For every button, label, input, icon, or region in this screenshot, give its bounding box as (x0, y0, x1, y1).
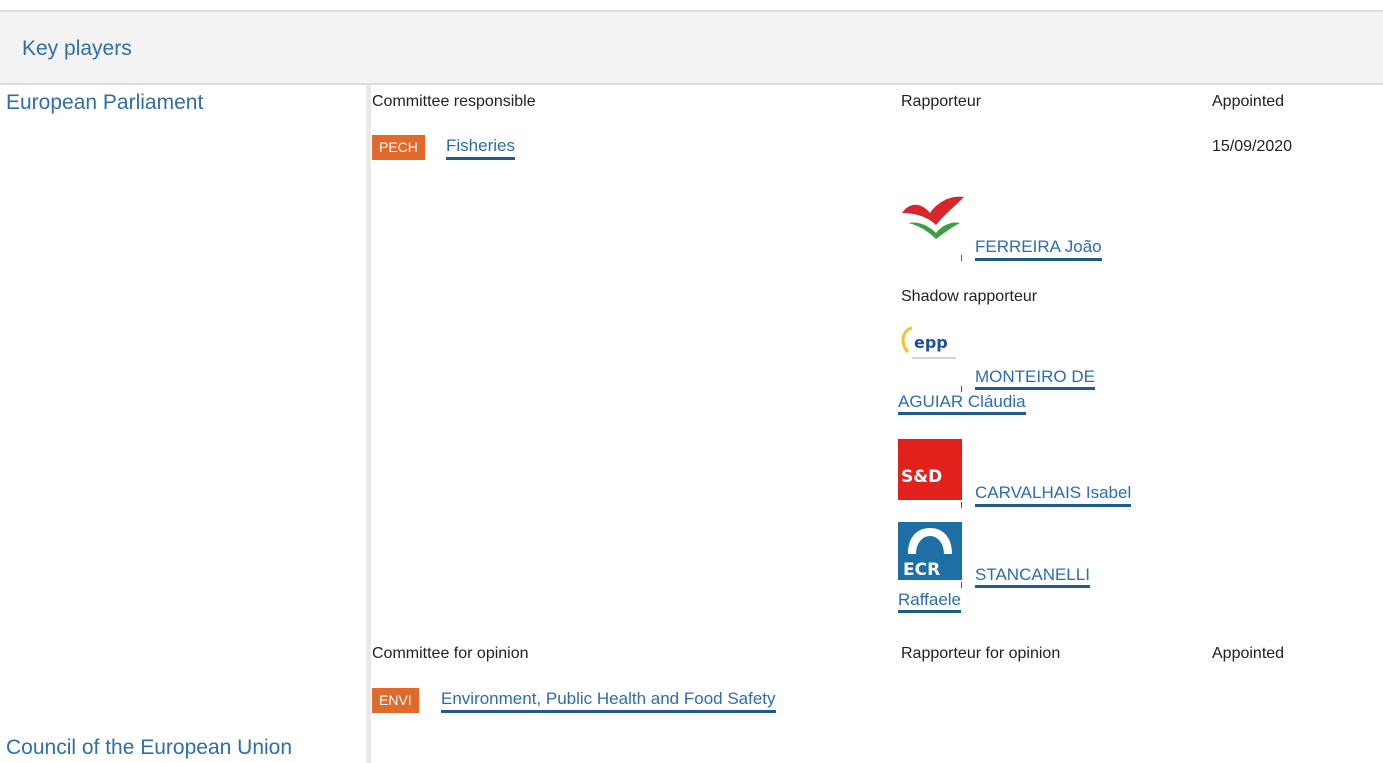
col-committee-responsible: Committee responsible (372, 93, 536, 110)
appointed-date: 15/09/2020 (1212, 138, 1293, 155)
institution-column (0, 85, 366, 763)
rapporteur-link-ferreira[interactable]: FERREIRA João (975, 236, 1102, 261)
svg-text:S&D: S&D (901, 467, 942, 487)
gue-ngl-logo (902, 196, 964, 239)
sd-logo: S&D (898, 439, 962, 500)
col-committee-opinion: Committee for opinion (372, 645, 529, 662)
committee-badge-pech: PECH (372, 135, 425, 160)
logo-tick (961, 502, 962, 508)
shadow-link-monteiro[interactable]: MONTEIRO DE AGUIAR Cláudia (898, 364, 1148, 415)
section-title: Key players (22, 37, 132, 60)
committee-link-envi[interactable]: Environment, Public Health and Food Safe… (441, 688, 776, 713)
logo-tick (961, 255, 962, 261)
institution-european-parliament[interactable]: European Parliament (6, 91, 203, 115)
column-divider (366, 85, 371, 763)
key-players-header: Key players (0, 12, 1383, 85)
col-appointed-opinion: Appointed (1212, 645, 1285, 662)
epp-logo: epp (898, 322, 964, 368)
col-rapporteur-opinion: Rapporteur for opinion (901, 645, 1061, 662)
shadow-rapporteur-label: Shadow rapporteur (901, 288, 1038, 305)
svg-text:epp: epp (914, 333, 948, 352)
institution-council[interactable]: Council of the European Union (6, 736, 292, 760)
col-rapporteur: Rapporteur (901, 93, 982, 110)
committee-badge-envi: ENVI (372, 688, 419, 713)
col-appointed: Appointed (1212, 93, 1285, 110)
shadow-link-carvalhais[interactable]: CARVALHAIS Isabel (975, 482, 1132, 507)
shadow-link-stancanelli[interactable]: STANCANELLI Raffaele (898, 562, 1148, 613)
committee-link-fisheries[interactable]: Fisheries (446, 135, 515, 160)
